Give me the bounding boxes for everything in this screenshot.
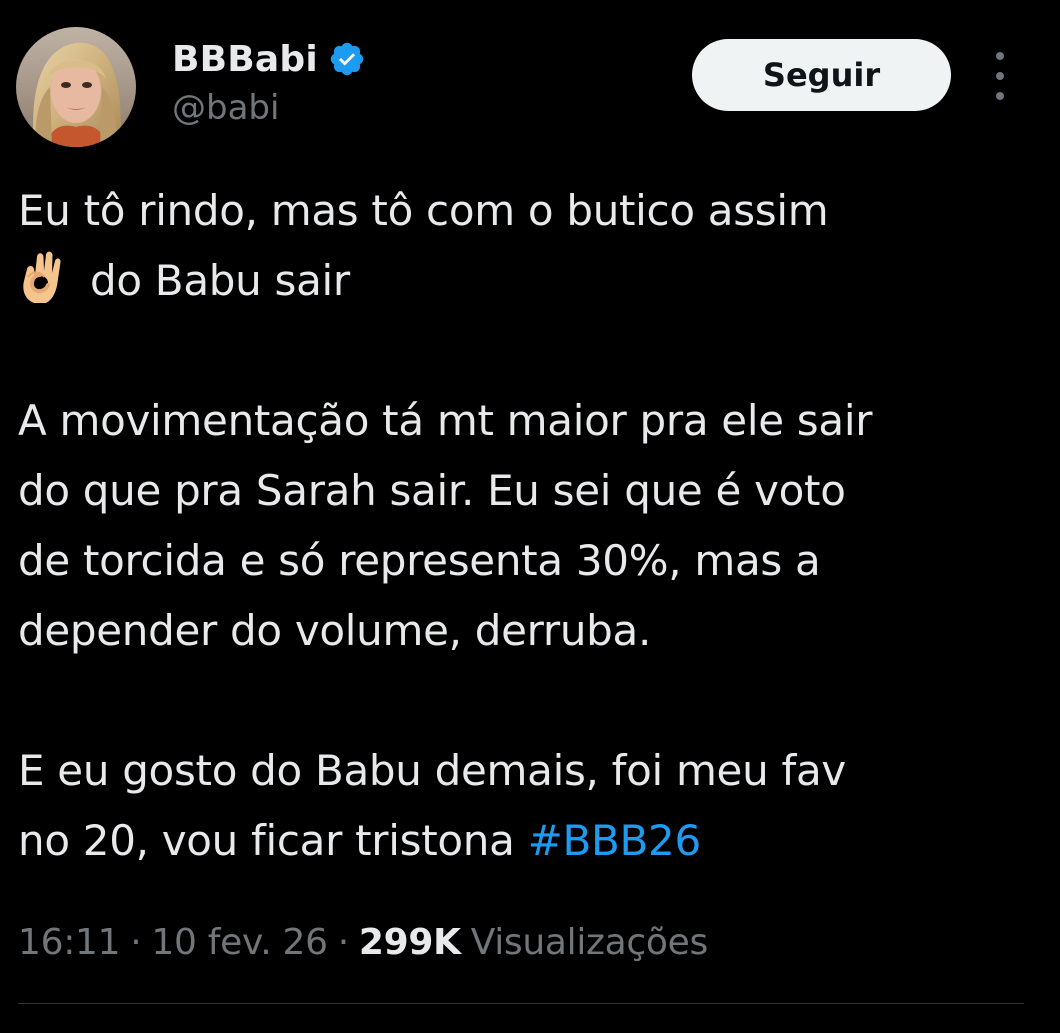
tweet-line-text: no 20, vou ficar tristona bbox=[18, 816, 528, 865]
more-dot bbox=[996, 72, 1004, 80]
verified-badge-icon[interactable] bbox=[328, 40, 366, 78]
views-count[interactable]: 299K bbox=[359, 922, 461, 963]
follow-button-label: Seguir bbox=[762, 56, 881, 94]
author-name-row: BBBabi bbox=[172, 34, 366, 84]
author-display-name[interactable]: BBBabi bbox=[172, 39, 318, 80]
follow-button[interactable]: Seguir bbox=[692, 39, 951, 111]
divider bbox=[18, 1003, 1024, 1004]
tweet-time[interactable]: 16:11 bbox=[18, 922, 121, 963]
tweet-line-text: do Babu sair bbox=[90, 256, 350, 305]
author-handle[interactable]: @babi bbox=[172, 88, 279, 128]
tweet-line: no 20, vou ficar tristona #BBB26 bbox=[18, 806, 1028, 876]
tweet-line: de torcida e só representa 30%, mas a bbox=[18, 536, 821, 585]
tweet-line: do que pra Sarah sair. Eu sei que é voto bbox=[18, 466, 846, 515]
ok-hand-emoji-icon bbox=[18, 249, 68, 305]
avatar-image bbox=[16, 27, 136, 147]
tweet-line: do Babu sair bbox=[18, 246, 1028, 316]
more-dot bbox=[996, 92, 1004, 100]
views-label[interactable]: Visualizações bbox=[471, 922, 709, 963]
meta-separator: · bbox=[130, 921, 142, 963]
avatar[interactable] bbox=[16, 27, 136, 147]
tweet-line: Eu tô rindo, mas tô com o butico assim bbox=[18, 186, 829, 235]
more-vertical-icon[interactable] bbox=[980, 52, 1020, 100]
meta-separator: · bbox=[337, 921, 349, 963]
tweet-line: depender do volume, derruba. bbox=[18, 606, 652, 655]
tweet-line: A movimentação tá mt maior pra ele sair bbox=[18, 396, 873, 445]
hashtag-link[interactable]: #BBB26 bbox=[528, 816, 702, 865]
tweet-meta: 16:11 · 10 fev. 26 · 299K Visualizações bbox=[18, 912, 708, 972]
tweet-date[interactable]: 10 fev. 26 bbox=[151, 922, 328, 963]
tweet-text: Eu tô rindo, mas tô com o butico assim d… bbox=[18, 176, 1028, 876]
more-dot bbox=[996, 52, 1004, 60]
tweet-line: E eu gosto do Babu demais, foi meu fav bbox=[18, 746, 846, 795]
